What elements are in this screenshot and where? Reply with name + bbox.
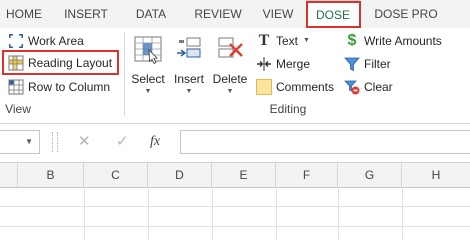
formula-bar-grip[interactable] bbox=[52, 132, 58, 152]
row-to-column-label: Row to Column bbox=[28, 80, 111, 94]
formula-bar: ▼ ✕ ✓ fx bbox=[0, 124, 470, 160]
delete-dropdown-icon: ▼ bbox=[226, 88, 234, 95]
dollar-icon: $ bbox=[347, 32, 357, 49]
select-button[interactable]: Select ▼ bbox=[128, 32, 168, 98]
text-format-icon: T bbox=[258, 32, 270, 49]
filter-funnel-icon bbox=[344, 57, 360, 72]
text-label: Text bbox=[276, 34, 299, 48]
tab-review[interactable]: REVIEW bbox=[186, 0, 250, 28]
column-header-f[interactable]: F bbox=[276, 163, 338, 187]
merge-label: Merge bbox=[276, 57, 311, 71]
row-gridline bbox=[0, 206, 470, 207]
comments-label: Comments bbox=[276, 80, 335, 94]
insert-dropdown-icon: ▼ bbox=[185, 88, 193, 95]
column-header-c[interactable]: C bbox=[84, 163, 148, 187]
column-header-b[interactable]: B bbox=[18, 163, 84, 187]
insert-label: Insert bbox=[173, 72, 204, 86]
delete-label: Delete bbox=[212, 72, 248, 86]
name-box-dropdown-icon[interactable]: ▼ bbox=[25, 137, 33, 146]
column-gridline bbox=[338, 187, 339, 240]
clear-label: Clear bbox=[364, 80, 393, 94]
column-gridline bbox=[276, 187, 277, 240]
column-header-h[interactable]: H bbox=[402, 163, 470, 187]
insert-icon bbox=[177, 37, 201, 58]
tab-dose-pro[interactable]: DOSE PRO bbox=[366, 0, 446, 28]
work-area-label: Work Area bbox=[28, 34, 84, 48]
column-header-d[interactable]: D bbox=[148, 163, 212, 187]
enter-check-icon[interactable]: ✓ bbox=[116, 134, 129, 150]
text-dropdown-icon: ▼ bbox=[303, 37, 310, 44]
tab-view[interactable]: VIEW bbox=[256, 0, 300, 28]
merge-icon bbox=[257, 57, 271, 71]
clear-filter-icon bbox=[344, 80, 360, 95]
tab-home[interactable]: HOME bbox=[0, 0, 48, 28]
cell-grid[interactable] bbox=[0, 187, 470, 240]
row-to-column-icon bbox=[8, 79, 24, 95]
insert-function-icon[interactable]: fx bbox=[150, 134, 160, 150]
delete-icon bbox=[218, 37, 243, 58]
tab-data[interactable]: DATA bbox=[126, 0, 176, 28]
column-header-e[interactable]: E bbox=[212, 163, 276, 187]
select-dropdown-icon: ▼ bbox=[144, 88, 152, 95]
column-header-g[interactable]: G bbox=[338, 163, 402, 187]
column-gridline bbox=[212, 187, 213, 240]
delete-button[interactable]: Delete ▼ bbox=[210, 32, 250, 98]
editing-group-label: Editing bbox=[269, 102, 307, 116]
cancel-icon[interactable]: ✕ bbox=[78, 134, 91, 150]
ribbon-tab-strip: HOME INSERT DATA REVIEW VIEW DOSE DOSE P… bbox=[0, 0, 470, 29]
column-gridline bbox=[148, 187, 149, 240]
comment-note-icon bbox=[256, 79, 272, 95]
column-header-row: B C D E F G H bbox=[0, 162, 470, 188]
reading-layout-highlight bbox=[2, 50, 119, 75]
work-area-icon bbox=[9, 34, 23, 48]
select-icon bbox=[134, 36, 162, 65]
tab-insert[interactable]: INSERT bbox=[56, 0, 116, 28]
insert-button[interactable]: Insert ▼ bbox=[172, 32, 206, 98]
row-gridline bbox=[0, 226, 470, 227]
column-gridline bbox=[84, 187, 85, 240]
ribbon: Work Area Reading Layout Row to Column V… bbox=[0, 28, 470, 124]
column-gridline bbox=[402, 187, 403, 240]
group-separator bbox=[124, 32, 125, 116]
name-box[interactable]: ▼ bbox=[0, 130, 40, 154]
filter-label: Filter bbox=[364, 57, 391, 71]
view-group-label: View bbox=[5, 102, 31, 116]
dose-tab-highlight bbox=[306, 1, 361, 28]
select-all-corner[interactable] bbox=[0, 163, 18, 187]
write-amounts-label: Write Amounts bbox=[364, 34, 442, 48]
select-label: Select bbox=[131, 72, 165, 86]
formula-input[interactable] bbox=[180, 130, 470, 154]
